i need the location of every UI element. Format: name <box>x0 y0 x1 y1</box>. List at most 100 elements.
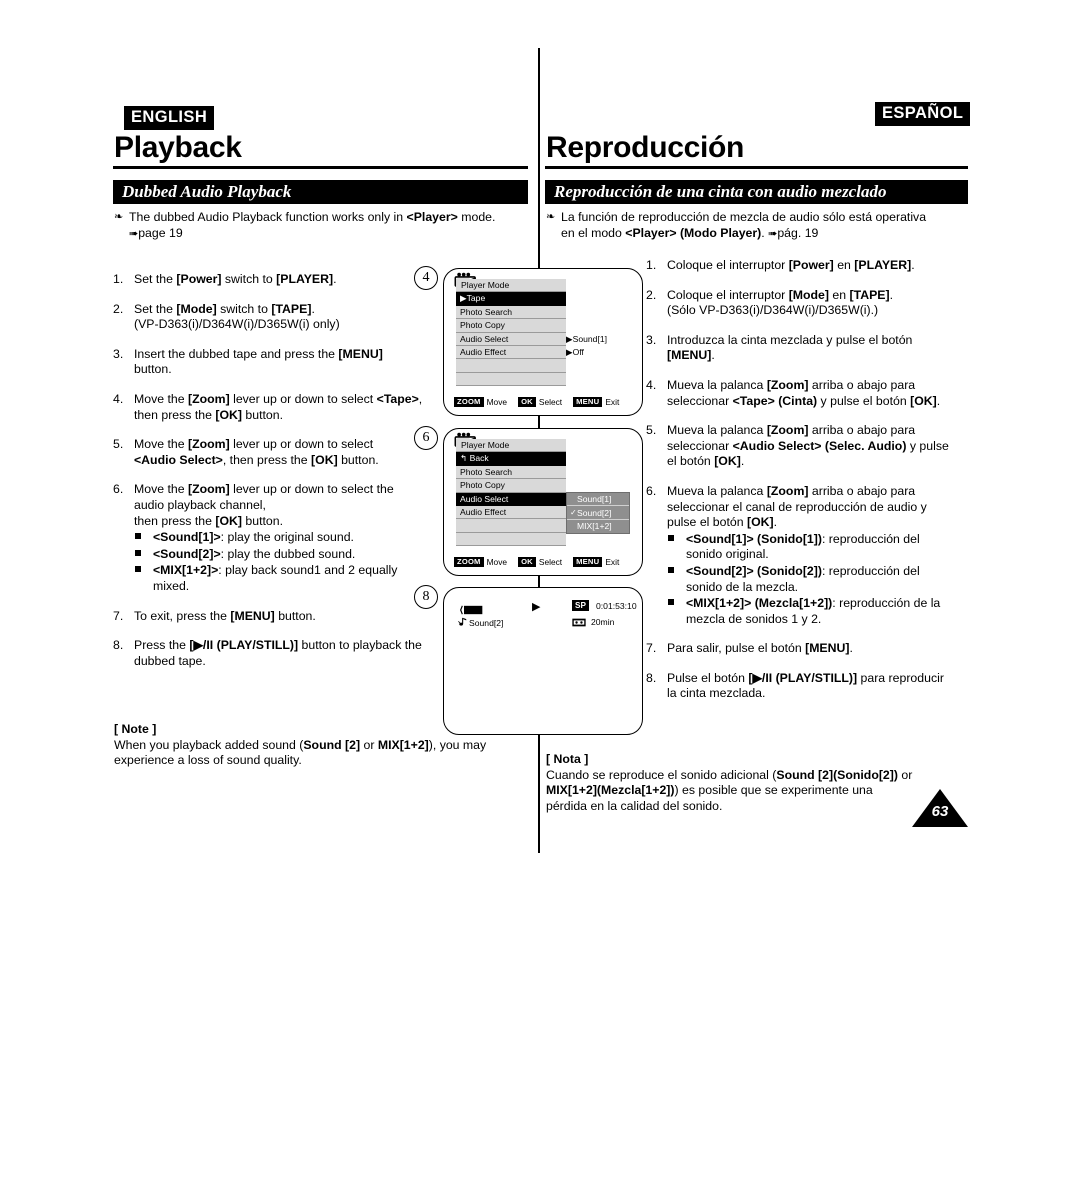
step-text: Introduzca la cinta mezclada y pulse el … <box>667 332 913 363</box>
lcd-screenshot-tape-menu: Player Mode ▶Tape Photo Search Photo Cop… <box>443 268 643 416</box>
steps-list-english: 1. Set the [Power] switch to [PLAYER]. 2. S… <box>113 272 423 683</box>
menu-item-audio-select[interactable]: Audio Select <box>456 492 566 506</box>
note-text-english: When you playback added sound (Sound [2]… <box>114 737 487 768</box>
menu-item-tape[interactable]: ▶Tape <box>456 292 566 306</box>
menu-values: ▶Sound[1] ▶Off <box>566 279 632 359</box>
intro-note-english: ❧ The dubbed Audio Playback function wor… <box>114 210 534 242</box>
timecode-display: 0:01:53:10 <box>596 601 637 611</box>
battery-icon <box>459 602 489 615</box>
menu-key-badge: MENU <box>573 556 603 568</box>
step-item: 3. Introduzca la cinta mezclada y pulse e… <box>646 333 971 364</box>
tape-remaining-indicator: 20min <box>572 617 614 627</box>
arrow-icon: ➠ <box>129 227 139 240</box>
step-text: Set the [Mode] switch to [TAPE]. (VP-D363… <box>134 301 340 332</box>
step-number: 1. <box>646 258 657 272</box>
language-tag-english: ENGLISH <box>124 106 215 130</box>
intro-text-spanish: La función de reproducción de mezcla de … <box>561 210 927 240</box>
step-number: 8. <box>113 638 124 653</box>
step-item: 6. Move the [Zoom] lever up or down to se… <box>113 482 423 594</box>
step-item: 7. To exit, press the [MENU] button. <box>113 609 423 625</box>
lcd-screenshot-playback-status: ▶ SP 0:01:53:10 Sound[2] 20min <box>443 587 643 735</box>
step-callout-6: 6 <box>414 426 438 450</box>
step-text: Coloque el interruptor [Power] en [PLAYE… <box>667 258 915 272</box>
menu-key-badge: MENU <box>573 396 603 408</box>
menu-item-audio-select[interactable]: Audio Select <box>456 332 566 346</box>
sub-step-item: <Sound[1]> (Sonido[1]): reproducción del… <box>667 532 971 563</box>
menu-item-back[interactable]: ↰ Back <box>456 452 566 466</box>
step-text: Move the [Zoom] lever up or down to sele… <box>134 391 423 422</box>
step-text: To exit, press the [MENU] button. <box>134 608 316 623</box>
zoom-key-badge: ZOOM <box>454 396 484 408</box>
section-title-spanish: Reproducción de una cinta con audio mezc… <box>545 180 968 204</box>
menu-item-audio-effect[interactable]: Audio Effect <box>456 505 566 520</box>
ok-key-label: Select <box>538 557 563 567</box>
step-item: 6. Mueva la palanca [Zoom] arriba o abajo… <box>646 484 971 627</box>
value-audio-select: ▶Sound[1] <box>566 333 608 344</box>
sub-step-text: <MIX[1+2]> (Mezcla[1+2]): reproducción d… <box>686 596 941 626</box>
ok-key-badge: OK <box>518 396 536 408</box>
sub-step-text: <Sound[1]>: play the original sound. <box>153 530 354 545</box>
music-note-icon <box>458 617 467 629</box>
step-item: 2. Coloque el interruptor [Mode] en [TAPE… <box>646 288 971 319</box>
page-title-english: Playback <box>114 131 242 164</box>
step-text: Mueva la palanca [Zoom] arriba o abajo p… <box>667 483 927 530</box>
menu-item-photo-search[interactable]: Photo Search <box>456 465 566 480</box>
value-audio-effect: ▶Off <box>566 347 584 358</box>
title-rule-english <box>113 166 528 169</box>
sub-step-text: <MIX[1+2]>: play back sound1 and 2 equal… <box>153 563 398 593</box>
audio-select-submenu[interactable]: Sound[1] ✓ Sound[2] MIX[1+2] <box>566 492 630 535</box>
menu-rows[interactable]: Player Mode ↰ Back Photo Search Photo Co… <box>456 439 566 547</box>
menu-item-photo-copy[interactable]: Photo Copy <box>456 479 566 493</box>
step-text: Mueva la palanca [Zoom] arriba o abajo p… <box>667 423 949 469</box>
menu-rows[interactable]: Player Mode ▶Tape Photo Search Photo Cop… <box>456 279 566 387</box>
zoom-key-label: Move <box>486 557 508 567</box>
menu-key-label: Exit <box>605 557 620 567</box>
step-number: 2. <box>113 301 124 316</box>
square-bullet-icon <box>135 533 141 540</box>
sub-step-item: <MIX[1+2]>: play back sound1 and 2 equal… <box>134 563 423 594</box>
submenu-item-sound1[interactable]: Sound[1] <box>567 493 629 507</box>
sub-step-text: <Sound[1]> (Sonido[1]): reproducción del… <box>686 531 920 562</box>
check-icon: ✓ <box>570 508 577 518</box>
step-item: 5. Move the [Zoom] lever up or down to se… <box>113 437 423 468</box>
step-text: Press the [▶/II (PLAY/STILL)] button to … <box>134 638 422 668</box>
step-number: 7. <box>646 641 657 656</box>
note-text-spanish: Cuando se reproduce el sonido adicional … <box>546 767 913 813</box>
lcd-screenshot-audio-select-menu: Player Mode ↰ Back Photo Search Photo Co… <box>443 428 643 576</box>
menu-item-blank <box>456 359 566 373</box>
ok-key-label: Select <box>538 397 563 407</box>
steps-list-spanish: 1. Coloque el interruptor [Power] en [PLA… <box>646 258 971 716</box>
step-item: 8. Press the [▶/II (PLAY/STILL)] button t… <box>113 638 423 669</box>
submenu-item-sound2[interactable]: ✓ Sound[2] <box>567 506 629 520</box>
step-text: Set the [Power] switch to [PLAYER]. <box>134 272 337 286</box>
step-number: 2. <box>646 287 657 302</box>
step-text: Coloque el interruptor [Mode] en [TAPE].… <box>667 287 893 318</box>
playback-osd: ▶ SP 0:01:53:10 Sound[2] 20min <box>444 588 642 734</box>
menu-item-photo-search[interactable]: Photo Search <box>456 305 566 320</box>
clover-bullet-icon: ❧ <box>114 211 124 223</box>
page-number: 63 <box>931 803 949 820</box>
ok-key-badge: OK <box>518 556 536 568</box>
manual-page: ENGLISH Playback Dubbed Audio Playback ❧… <box>0 0 1080 1177</box>
menu-header: Player Mode <box>456 279 566 293</box>
title-rule-spanish <box>545 166 968 169</box>
step-item: 8. Pulse el botón [▶/II (PLAY/STILL)] par… <box>646 671 971 702</box>
step-callout-4: 4 <box>414 266 438 290</box>
step-text: Move the [Zoom] lever up or down to sele… <box>134 437 379 467</box>
note-block-spanish: [ Nota ] Cuando se reproduce el sonido a… <box>546 752 971 814</box>
arrow-icon: ➠ <box>768 227 778 240</box>
sub-step-item: <Sound[1]>: play the original sound. <box>134 530 423 546</box>
intro-note-spanish: ❧ La función de reproducción de mezcla d… <box>546 210 971 242</box>
step-item: 5. Mueva la palanca [Zoom] arriba o abajo… <box>646 423 971 470</box>
step-item: 2. Set the [Mode] switch to [TAPE]. (VP-D3… <box>113 302 423 333</box>
sub-step-text: <Sound[2]>: play the dubbed sound. <box>153 546 356 561</box>
page-title-spanish: Reproducción <box>546 131 745 164</box>
step-item: 3. Insert the dubbed tape and press the [… <box>113 347 423 378</box>
submenu-item-mix[interactable]: MIX[1+2] <box>567 520 629 533</box>
menu-item-photo-copy[interactable]: Photo Copy <box>456 319 566 333</box>
step-number: 3. <box>113 346 124 361</box>
step-item: 7. Para salir, pulse el botón [MENU]. <box>646 641 971 657</box>
menu-item-audio-effect[interactable]: Audio Effect <box>456 345 566 360</box>
play-indicator-icon: ▶ <box>532 601 541 613</box>
lcd-guide-bar: ZOOM Move OK Select MENU Exit <box>454 556 634 568</box>
